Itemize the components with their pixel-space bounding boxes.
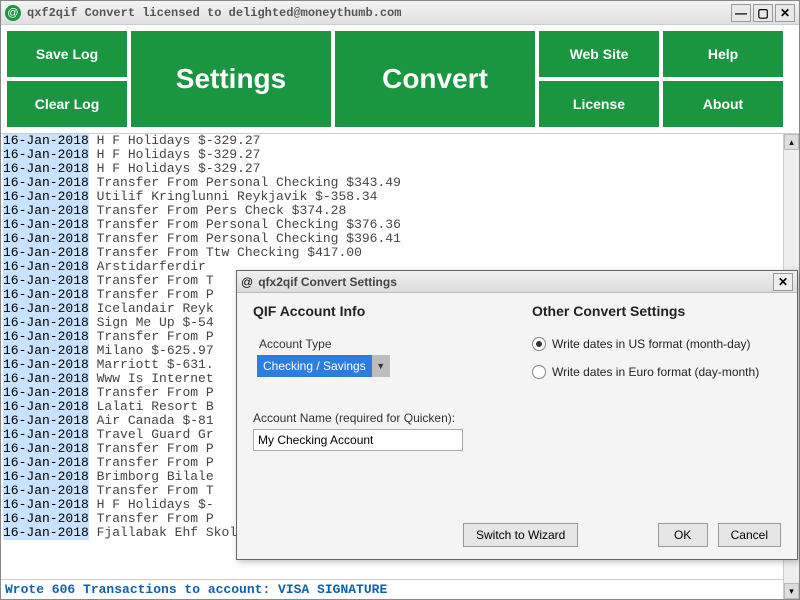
other-convert-settings-section: Other Convert Settings Write dates in US… bbox=[532, 303, 781, 519]
web-site-button[interactable]: Web Site bbox=[539, 31, 659, 77]
account-type-label: Account Type bbox=[259, 337, 502, 351]
date-format-euro-label: Write dates in Euro format (day-month) bbox=[552, 365, 759, 379]
help-button[interactable]: Help bbox=[663, 31, 783, 77]
account-type-value: Checking / Savings bbox=[263, 359, 366, 373]
log-line: 16-Jan-2018 Transfer From Personal Check… bbox=[3, 218, 797, 232]
cancel-button[interactable]: Cancel bbox=[718, 523, 781, 547]
window-title: qxf2qif Convert licensed to delighted@mo… bbox=[27, 6, 731, 20]
save-log-button[interactable]: Save Log bbox=[7, 31, 127, 77]
dialog-close-button[interactable]: ✕ bbox=[773, 273, 793, 291]
log-line: 16-Jan-2018 H F Holidays $-329.27 bbox=[3, 162, 797, 176]
date-format-us-option[interactable]: Write dates in US format (month-day) bbox=[532, 337, 781, 351]
other-settings-heading: Other Convert Settings bbox=[532, 303, 781, 319]
about-button[interactable]: About bbox=[663, 81, 783, 127]
log-line: 16-Jan-2018 Transfer From Personal Check… bbox=[3, 232, 797, 246]
date-format-euro-option[interactable]: Write dates in Euro format (day-month) bbox=[532, 365, 781, 379]
scroll-up-icon[interactable]: ▴ bbox=[784, 134, 799, 150]
account-name-input[interactable] bbox=[253, 429, 463, 451]
maximize-button[interactable]: ▢ bbox=[753, 4, 773, 22]
app-icon: @ bbox=[5, 5, 21, 21]
dialog-titlebar: @ qfx2qif Convert Settings ✕ bbox=[237, 271, 797, 293]
scroll-down-icon[interactable]: ▾ bbox=[784, 583, 799, 599]
log-line: 16-Jan-2018 Transfer From Personal Check… bbox=[3, 176, 797, 190]
log-line: 16-Jan-2018 Transfer From Pers Check $37… bbox=[3, 204, 797, 218]
convert-button[interactable]: Convert bbox=[335, 31, 535, 127]
dialog-title: qfx2qif Convert Settings bbox=[258, 275, 773, 289]
chevron-down-icon: ▼ bbox=[372, 355, 390, 377]
settings-button[interactable]: Settings bbox=[131, 31, 331, 127]
log-line: 16-Jan-2018 Utilif Kringlunni Reykjavik … bbox=[3, 190, 797, 204]
qif-account-info-heading: QIF Account Info bbox=[253, 303, 502, 319]
clear-log-button[interactable]: Clear Log bbox=[7, 81, 127, 127]
minimize-button[interactable]: — bbox=[731, 4, 751, 22]
date-format-us-label: Write dates in US format (month-day) bbox=[552, 337, 751, 351]
toolbar: Save Log Clear Log Settings Convert Web … bbox=[1, 25, 799, 133]
license-button[interactable]: License bbox=[539, 81, 659, 127]
titlebar: @ qxf2qif Convert licensed to delighted@… bbox=[1, 1, 799, 25]
ok-button[interactable]: OK bbox=[658, 523, 708, 547]
app-icon: @ bbox=[241, 275, 253, 289]
log-line: 16-Jan-2018 Transfer From Ttw Checking $… bbox=[3, 246, 797, 260]
log-line: 16-Jan-2018 H F Holidays $-329.27 bbox=[3, 134, 797, 148]
radio-unchecked-icon bbox=[532, 365, 546, 379]
switch-to-wizard-button[interactable]: Switch to Wizard bbox=[463, 523, 578, 547]
radio-checked-icon bbox=[532, 337, 546, 351]
account-name-label: Account Name (required for Quicken): bbox=[253, 411, 502, 425]
log-line: 16-Jan-2018 H F Holidays $-329.27 bbox=[3, 148, 797, 162]
account-type-select[interactable]: Checking / Savings ▼ bbox=[257, 355, 390, 377]
settings-dialog: @ qfx2qif Convert Settings ✕ QIF Account… bbox=[236, 270, 798, 560]
close-button[interactable]: ✕ bbox=[775, 4, 795, 22]
qif-account-info-section: QIF Account Info Account Type Checking /… bbox=[253, 303, 502, 519]
log-status: Wrote 606 Transactions to account: VISA … bbox=[1, 579, 799, 599]
